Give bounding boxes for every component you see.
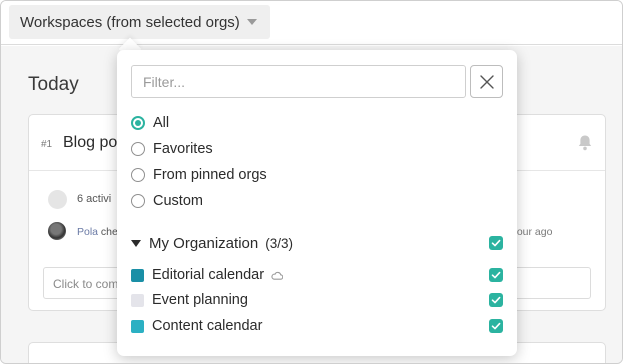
radio-all[interactable]: [131, 116, 145, 130]
activity-count[interactable]: 6 activi: [77, 193, 111, 205]
option-favorites[interactable]: Favorites: [131, 138, 213, 160]
check-icon: [491, 271, 501, 279]
workspace-checkbox[interactable]: [489, 268, 503, 282]
close-button[interactable]: [470, 65, 503, 98]
option-custom[interactable]: Custom: [131, 190, 203, 212]
radio-custom[interactable]: [131, 194, 145, 208]
check-icon: [491, 296, 501, 304]
bell-icon[interactable]: [577, 134, 593, 151]
activity-time: hour ago: [511, 226, 553, 238]
workspace-color-swatch: [131, 268, 144, 282]
check-icon: [491, 239, 501, 247]
workspace-color-swatch: [131, 319, 144, 333]
radio-pinned-orgs[interactable]: [131, 168, 145, 182]
option-favorites-label: Favorites: [153, 141, 213, 157]
workspaces-dropdown: All Favorites From pinned orgs Custom My…: [117, 50, 517, 356]
option-pinned-orgs[interactable]: From pinned orgs: [131, 164, 267, 186]
app-window: Workspaces (from selected orgs) Today #1…: [0, 0, 623, 364]
option-pinned-orgs-label: From pinned orgs: [153, 167, 267, 183]
activity-action: che: [98, 226, 118, 238]
workspace-checkbox[interactable]: [489, 319, 503, 333]
caret-down-icon[interactable]: [131, 239, 141, 247]
cloud-icon: [271, 271, 284, 280]
workspace-label: Editorial calendar: [152, 267, 265, 283]
workspace-label: Content calendar: [152, 318, 263, 334]
task-title[interactable]: Blog po: [63, 134, 117, 152]
workspace-item-editorial-calendar[interactable]: Editorial calendar: [131, 264, 503, 286]
organization-name: My Organization: [149, 234, 259, 252]
activity-actor[interactable]: Pola: [77, 226, 98, 238]
task-number: #1: [41, 139, 53, 150]
workspace-item-content-calendar[interactable]: Content calendar: [131, 315, 503, 337]
workspaces-filter-button[interactable]: Workspaces (from selected orgs): [9, 5, 270, 39]
chevron-down-icon: [246, 19, 257, 25]
section-title: Today: [28, 74, 79, 95]
top-bar: Workspaces (from selected orgs): [1, 1, 622, 45]
workspace-label: Event planning: [152, 292, 248, 308]
activity-entry: Pola che: [77, 226, 118, 238]
filter-input[interactable]: [131, 65, 466, 98]
option-custom-label: Custom: [153, 193, 203, 209]
avatar: [48, 222, 66, 240]
workspaces-filter-label: Workspaces (from selected orgs): [20, 13, 240, 31]
option-all-label: All: [153, 115, 170, 131]
option-all[interactable]: All: [131, 112, 169, 134]
organization-checkbox[interactable]: [489, 236, 503, 250]
workspace-color-swatch: [131, 293, 144, 307]
organization-count: (3/3): [265, 235, 293, 251]
check-icon: [491, 322, 501, 330]
workspace-item-event-planning[interactable]: Event planning: [131, 289, 503, 311]
activity-icon: [48, 190, 67, 209]
organization-row[interactable]: My Organization (3/3): [131, 231, 503, 255]
close-icon: [479, 74, 494, 89]
workspace-checkbox[interactable]: [489, 293, 503, 307]
radio-favorites[interactable]: [131, 142, 145, 156]
